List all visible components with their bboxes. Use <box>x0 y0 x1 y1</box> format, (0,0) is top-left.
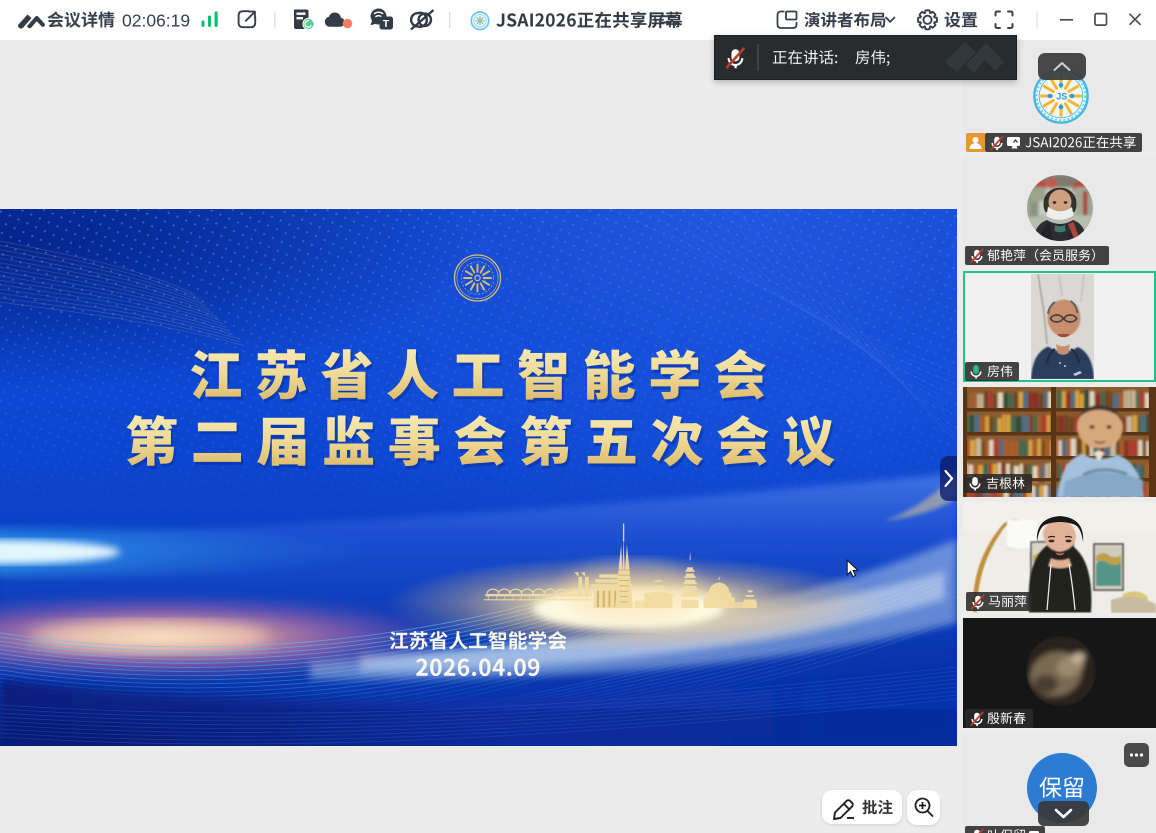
svg-text:02:06:19: 02:06:19 <box>122 11 190 31</box>
svg-text:JS: JS <box>1056 91 1067 101</box>
svg-text:T: T <box>383 18 390 30</box>
